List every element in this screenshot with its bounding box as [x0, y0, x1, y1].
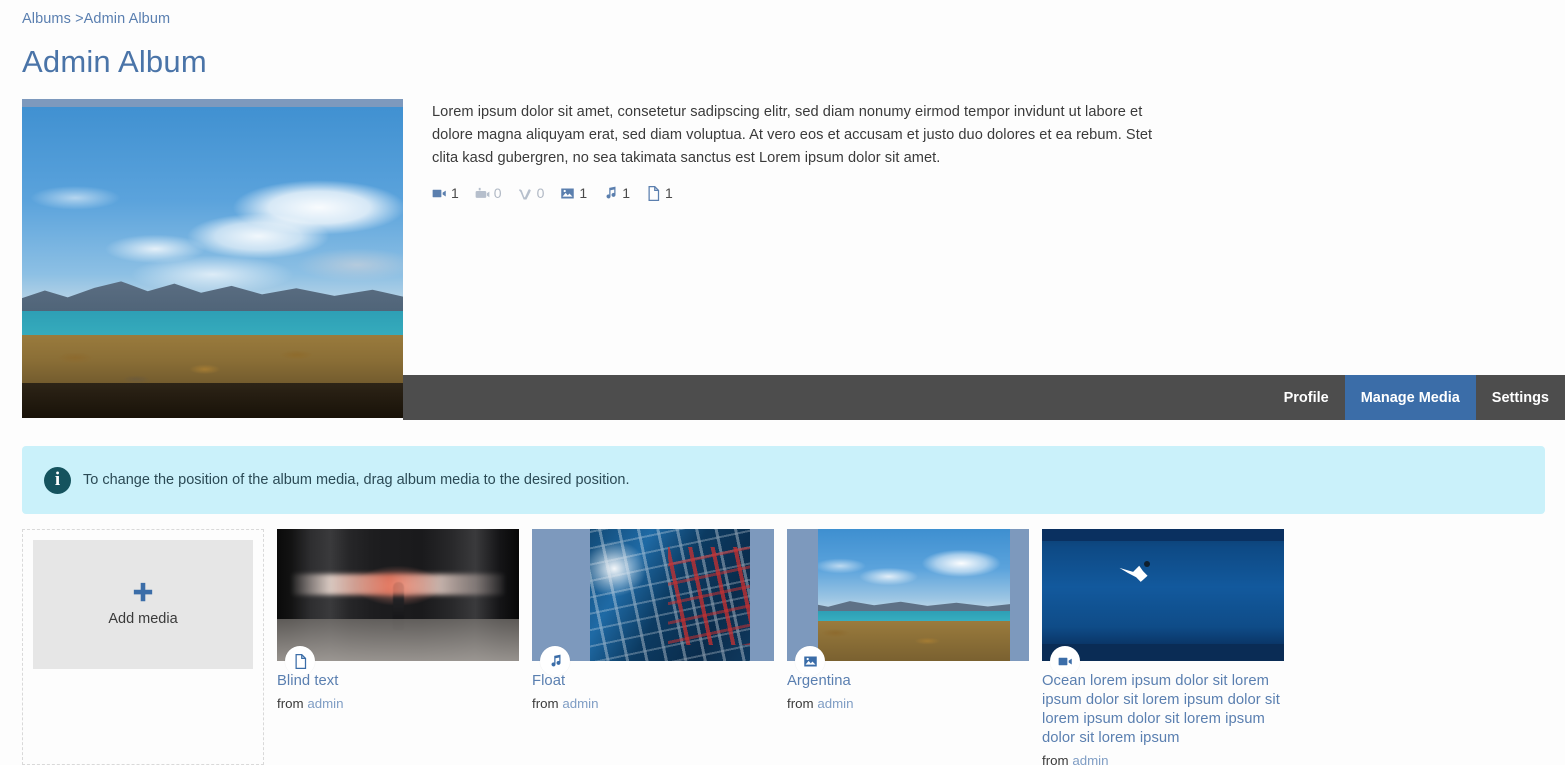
info-icon: i: [44, 466, 71, 494]
music-icon: [603, 186, 618, 201]
media-thumb-wrap: [532, 529, 774, 676]
count-music: 1: [603, 185, 630, 201]
album-hero: Lorem ipsum dolor sit amet, consetetur s…: [0, 99, 1565, 420]
thumbnail-art-detail: [1143, 560, 1150, 567]
media-item: Blind text from admin: [277, 529, 519, 711]
thumbnail-letterbox-right: [749, 529, 774, 661]
media-title[interactable]: Argentina: [787, 672, 1029, 691]
cover-top-strip: [22, 99, 403, 108]
tab-profile[interactable]: Profile: [1268, 375, 1345, 420]
count-vimeo: 0: [518, 185, 545, 202]
image-icon: [560, 186, 575, 201]
image-icon: [803, 654, 818, 669]
media-thumb-wrap: [277, 529, 519, 676]
add-media-button[interactable]: Add media: [33, 540, 253, 669]
media-thumbnail-blind-text[interactable]: [277, 529, 519, 661]
info-banner-message: To change the position of the album medi…: [83, 472, 630, 488]
thumbnail-letterbox-left: [532, 529, 591, 661]
media-title[interactable]: Ocean lorem ipsum dolor sit lorem ipsum …: [1042, 672, 1284, 748]
thumbnail-letterbox-right: [1009, 529, 1029, 661]
media-from-label: from: [787, 695, 814, 711]
thumbnail-art-detail: [1119, 565, 1148, 582]
media-thumb-wrap: [787, 529, 1029, 676]
add-media-label: Add media: [108, 611, 178, 627]
breadcrumb-separator: >: [70, 11, 84, 27]
thumbnail-art-detail: [787, 610, 1029, 622]
media-thumb-wrap: [1042, 529, 1284, 676]
youtube-icon: [475, 186, 490, 201]
info-banner: i To change the position of the album me…: [22, 446, 1545, 514]
add-media-cell: Add media: [22, 529, 264, 765]
media-from-label: from: [532, 695, 559, 711]
album-description: Lorem ipsum dolor sit amet, consetetur s…: [432, 104, 1153, 166]
media-thumbnail-argentina[interactable]: [787, 529, 1029, 661]
media-type-badge: [1050, 646, 1080, 676]
music-icon: [548, 654, 563, 669]
thumbnail-art: [277, 529, 519, 661]
thumbnail-art: [787, 529, 1029, 661]
count-image-value: 1: [579, 185, 588, 202]
media-author-line: from admin: [532, 696, 774, 711]
breadcrumb-link-current[interactable]: Admin Album: [84, 11, 171, 27]
breadcrumb: Albums >Admin Album: [22, 11, 170, 27]
page-root: Albums >Admin Album Admin Album Lorem ip…: [0, 0, 1565, 765]
media-author-link[interactable]: admin: [307, 696, 343, 711]
vimeo-icon: [518, 186, 533, 201]
album-description-column: Lorem ipsum dolor sit amet, consetetur s…: [432, 101, 1172, 201]
thumbnail-art: [1042, 529, 1284, 661]
media-author-link[interactable]: admin: [817, 696, 853, 711]
media-type-badge: [795, 646, 825, 676]
thumbnail-art-detail: [1042, 529, 1284, 541]
count-music-value: 1: [622, 185, 630, 202]
tab-manage-media[interactable]: Manage Media: [1344, 375, 1476, 420]
count-youtube-value: 0: [493, 185, 502, 202]
count-video: 1: [432, 185, 459, 201]
media-grid: Add media Blind text from admin Float fr…: [22, 529, 1312, 765]
media-type-badge: [540, 646, 570, 676]
media-from-label: from: [277, 695, 304, 711]
document-icon: [646, 185, 661, 201]
media-thumbnail-float[interactable]: [532, 529, 774, 661]
media-thumbnail-ocean[interactable]: [1042, 529, 1284, 661]
plus-icon: [132, 582, 154, 604]
media-type-badge: [285, 646, 315, 676]
media-author-link[interactable]: admin: [1072, 753, 1108, 765]
count-document-value: 1: [664, 185, 673, 202]
tab-settings[interactable]: Settings: [1476, 375, 1565, 420]
count-youtube: 0: [475, 185, 502, 201]
page-title: Admin Album: [22, 44, 207, 79]
media-author-line: from admin: [277, 696, 519, 711]
document-icon: [293, 653, 308, 669]
media-item: Ocean lorem ipsum dolor sit lorem ipsum …: [1042, 529, 1284, 765]
thumbnail-letterbox-left: [787, 529, 819, 661]
media-title[interactable]: Float: [532, 672, 774, 691]
count-document: 1: [646, 185, 673, 201]
media-counts: 1 0 0 1 1 1: [432, 185, 1172, 201]
cover-foreground: [22, 382, 403, 418]
album-tabbar: Profile Manage Media Settings: [403, 375, 1565, 420]
count-image: 1: [560, 185, 587, 201]
media-item: Argentina from admin: [787, 529, 1029, 711]
media-author-link[interactable]: admin: [562, 696, 598, 711]
media-item: Float from admin: [532, 529, 774, 711]
album-cover-image[interactable]: [22, 99, 403, 418]
cover-lake: [22, 311, 403, 337]
media-title[interactable]: Blind text: [277, 672, 519, 691]
media-author-line: from admin: [787, 696, 1029, 711]
video-icon: [432, 186, 447, 201]
media-author-line: from admin: [1042, 753, 1284, 765]
breadcrumb-link-albums[interactable]: Albums: [22, 11, 71, 27]
media-from-label: from: [1042, 752, 1069, 765]
count-video-value: 1: [451, 185, 459, 202]
count-vimeo-value: 0: [536, 185, 545, 202]
thumbnail-art: [532, 529, 774, 661]
video-icon: [1058, 654, 1073, 669]
